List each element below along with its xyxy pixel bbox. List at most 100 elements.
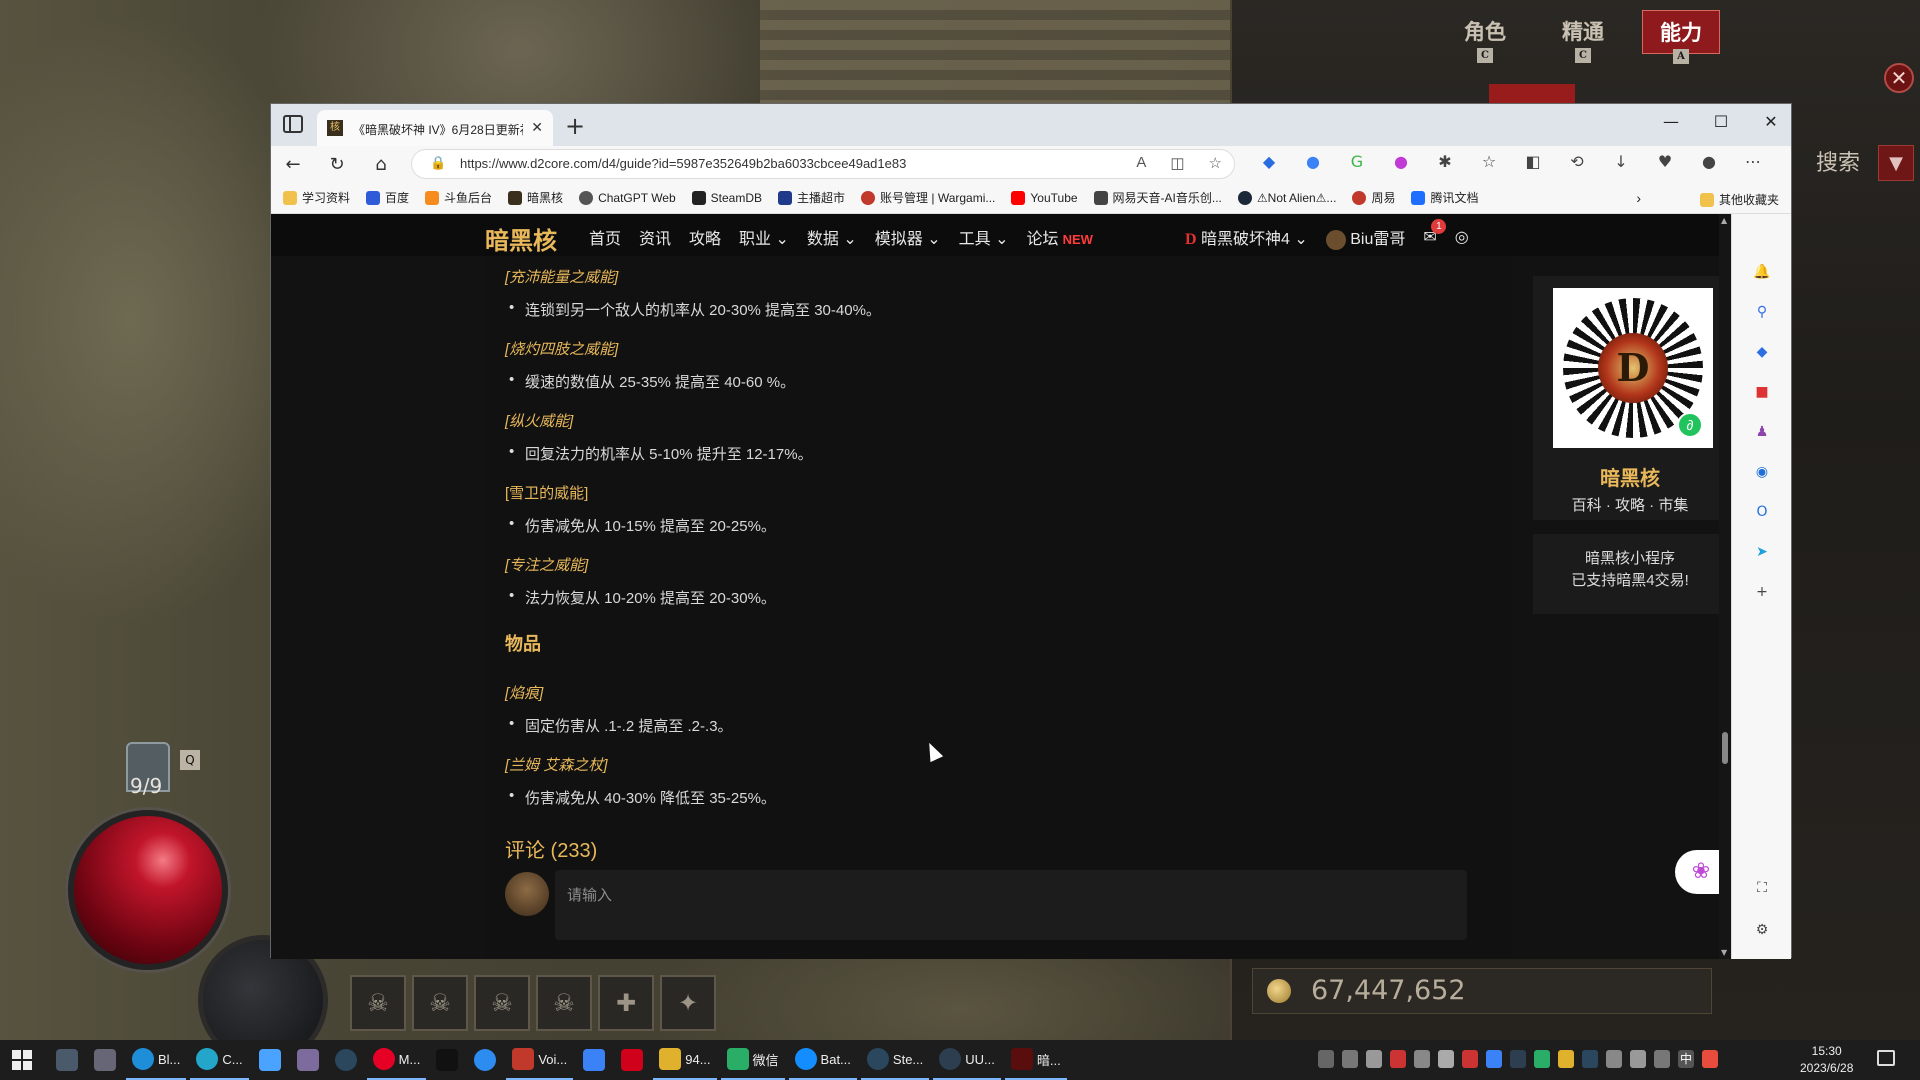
game-tab-abilities[interactable]: 能力 A [1642, 10, 1720, 64]
history-icon[interactable]: ⟲ [1565, 152, 1589, 171]
nav-forum[interactable]: 论坛 NEW [1027, 225, 1093, 249]
windows-start-icon[interactable] [12, 1050, 32, 1070]
tray-icon[interactable] [1390, 1050, 1406, 1068]
nav-simulator[interactable]: 模拟器 ⌄ [875, 225, 941, 249]
game-tab-character[interactable]: 角色 C [1446, 10, 1524, 63]
bookmark-item[interactable]: 周易 [1352, 189, 1395, 206]
bookmark-item[interactable]: 网易天音-AI音乐创... [1093, 189, 1222, 206]
read-aloud-icon[interactable]: A [1136, 154, 1146, 172]
browser-tab[interactable]: 核 《暗黑破坏神 IV》6月28日更新补... ✕ [317, 110, 553, 146]
nav-data[interactable]: 数据 ⌄ [807, 225, 857, 249]
nav-news[interactable]: 资讯 [639, 225, 671, 249]
taskbar-app[interactable]: 94... [653, 1040, 717, 1080]
input-method-icon[interactable]: 中 [1678, 1050, 1694, 1068]
taskbar-app[interactable] [253, 1040, 287, 1080]
tray-icon[interactable] [1582, 1050, 1598, 1068]
bookmark-item[interactable]: SteamDB [691, 190, 762, 205]
nav-classes[interactable]: 职业 ⌄ [739, 225, 789, 249]
game-search-dropdown-icon[interactable]: ▼ [1878, 145, 1914, 181]
tray-icon[interactable] [1462, 1050, 1478, 1068]
tray-icon[interactable] [1486, 1050, 1502, 1068]
bookmark-item[interactable]: 账号管理 | Wargami... [861, 189, 995, 206]
bookmark-item[interactable]: 斗鱼后台 [425, 189, 492, 206]
extension-icon[interactable]: ● [1389, 152, 1413, 171]
taskbar-app[interactable]: Bat... [788, 1040, 857, 1080]
favorites-icon[interactable]: ☆ [1477, 152, 1501, 171]
bookmark-item[interactable]: YouTube [1011, 190, 1078, 205]
tray-icon[interactable] [1318, 1050, 1334, 1068]
volume-icon[interactable] [1630, 1050, 1646, 1068]
taskbar-app[interactable] [291, 1040, 325, 1080]
download-icon[interactable]: ↓ [1609, 152, 1633, 171]
scrollbar[interactable]: ▲ ▼ [1719, 214, 1731, 959]
bookmark-item[interactable]: 百度 [366, 189, 409, 206]
bookmark-item[interactable]: 主播超市 [778, 189, 845, 206]
skill-slot-icon[interactable]: ✚ [598, 975, 654, 1031]
toolbox-icon[interactable]: ■ [1752, 382, 1772, 402]
split-screen-icon[interactable]: ◫ [1170, 154, 1184, 172]
scroll-thumb[interactable] [1722, 732, 1728, 764]
tray-icon[interactable] [1558, 1050, 1574, 1068]
network-icon[interactable] [1606, 1050, 1622, 1068]
taskbar-app[interactable]: 暗... [1004, 1040, 1067, 1080]
bookmark-item[interactable]: ⚠Not Alien⚠... [1237, 190, 1336, 205]
bookmark-item[interactable]: ChatGPT Web [579, 190, 676, 205]
bookmarks-more-icon[interactable]: › [1636, 190, 1641, 206]
close-icon[interactable]: ✕ [1763, 112, 1779, 131]
taskbar-app[interactable] [430, 1040, 464, 1080]
bookmark-item[interactable]: 腾讯文档 [1411, 189, 1478, 206]
language-globe-icon[interactable]: ◎ [1455, 227, 1469, 247]
outlook-icon[interactable]: O [1752, 502, 1772, 522]
extension-icon[interactable]: G [1345, 152, 1369, 171]
taskbar-app[interactable] [88, 1040, 122, 1080]
taskbar-app[interactable]: Ste... [860, 1040, 930, 1080]
taskbar-app[interactable] [615, 1040, 649, 1080]
taskbar-app[interactable]: UU... [933, 1040, 1001, 1080]
comment-input[interactable]: 请输入 [555, 870, 1467, 940]
notification-icon[interactable] [1877, 1050, 1895, 1066]
taskbar-app[interactable] [50, 1040, 84, 1080]
bookmark-item[interactable]: 学习资料 [283, 189, 350, 206]
performance-icon[interactable]: ♥ [1653, 152, 1677, 171]
taskbar-app[interactable]: M... [366, 1040, 427, 1080]
skill-slot-icon[interactable]: ☠ [536, 975, 592, 1031]
skill-slot-icon[interactable]: ☠ [412, 975, 468, 1031]
shopping-tag-icon[interactable]: ◆ [1752, 342, 1772, 362]
taskbar-app[interactable]: Voi... [506, 1040, 574, 1080]
taskbar-app[interactable] [468, 1040, 502, 1080]
clock[interactable]: 15:30 2023/6/28 [1800, 1043, 1853, 1077]
taskbar-app[interactable]: C... [190, 1040, 249, 1080]
search-icon[interactable]: ⚲ [1752, 302, 1772, 322]
nav-guides[interactable]: 攻略 [689, 225, 721, 249]
maximize-icon[interactable]: ☐ [1713, 112, 1729, 131]
tab-actions-icon[interactable] [283, 115, 303, 133]
taskbar-app[interactable] [577, 1040, 611, 1080]
sogou-icon[interactable] [1702, 1050, 1718, 1068]
mail-icon[interactable]: ✉ 1 [1423, 219, 1447, 247]
minimize-icon[interactable]: — [1663, 112, 1679, 131]
tray-icon[interactable] [1510, 1050, 1526, 1068]
nav-home[interactable]: 首页 [589, 225, 621, 249]
scroll-down-icon[interactable]: ▼ [1721, 948, 1727, 957]
profile-icon[interactable]: ● [1697, 152, 1721, 171]
bookmark-item[interactable]: 暗黑核 [508, 189, 563, 206]
tray-icon[interactable] [1414, 1050, 1430, 1068]
extensions-puzzle-icon[interactable]: ✱ [1433, 152, 1457, 171]
user-menu[interactable]: Biu雷哥 [1325, 225, 1405, 250]
favorite-star-icon[interactable]: ☆ [1209, 154, 1222, 172]
nav-tools[interactable]: 工具 ⌄ [959, 225, 1009, 249]
other-favorites[interactable]: 其他收藏夹 [1699, 191, 1779, 208]
skill-slot-icon[interactable]: ☠ [350, 975, 406, 1031]
settings-gear-icon[interactable]: ⚙ [1752, 920, 1772, 940]
tray-icon[interactable] [1366, 1050, 1382, 1068]
taskbar-app[interactable]: 微信 [720, 1040, 785, 1080]
pen-icon[interactable] [1654, 1050, 1670, 1068]
tab-close-icon[interactable]: ✕ [531, 119, 543, 136]
tray-icon[interactable] [1342, 1050, 1358, 1068]
games-icon[interactable]: ♟ [1752, 422, 1772, 442]
game-tab-mastery[interactable]: 精通 C [1544, 10, 1622, 63]
extension-icon[interactable]: ● [1301, 152, 1325, 171]
collections-icon[interactable]: ◧ [1521, 152, 1545, 171]
taskbar-app[interactable] [329, 1040, 363, 1080]
skill-slot-icon[interactable]: ☠ [474, 975, 530, 1031]
